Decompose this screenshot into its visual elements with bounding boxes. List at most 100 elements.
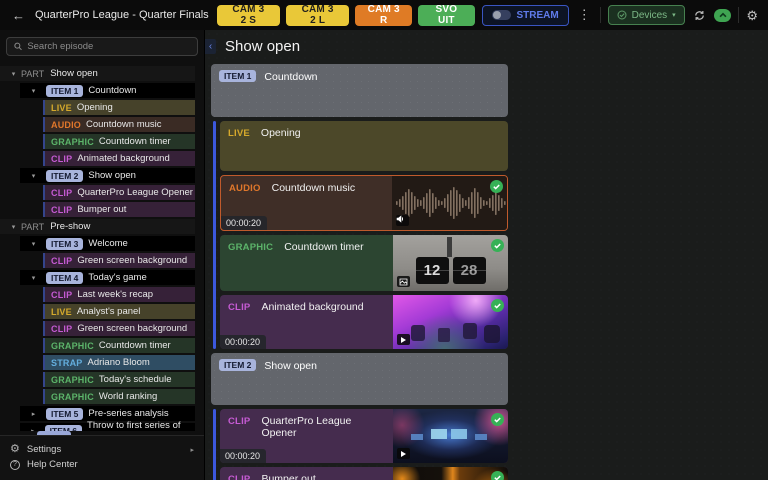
devices-button[interactable]: Devices ▾ — [608, 5, 685, 25]
cue-card-header: CLIPQuarterPro League Opener — [228, 415, 385, 439]
episode-title: QuarterPro League - Quarter Finals — [35, 9, 209, 21]
stream-toggle-switch[interactable] — [492, 10, 511, 20]
sidebar-cue-row[interactable]: LIVEAnalyst's panel — [43, 304, 195, 319]
item-title: Throw to first series of the day — [87, 420, 195, 432]
sidebar-cue-row[interactable]: CLIP Green screen background — [43, 321, 195, 336]
overflow-menu-icon[interactable]: ⋮ — [576, 7, 593, 23]
help-center-menu-item[interactable]: ? Help Center — [10, 457, 194, 472]
chevron-down-icon[interactable]: ▾ — [29, 172, 38, 180]
cue-card-header: GRAPHICCountdown timer — [228, 241, 385, 253]
cue-card-content: CLIPQuarterPro League Opener00:00:20 — [220, 409, 393, 463]
stage-screens — [431, 429, 447, 439]
sidebar-cue-row[interactable]: STRAPAdriano Bloom — [43, 355, 195, 370]
cam-source-button[interactable]: CAM 3 R — [355, 5, 412, 26]
cue-card[interactable]: GRAPHICCountdown timer1228 — [220, 235, 508, 291]
cam-source-button[interactable]: SVO UIT — [418, 5, 474, 26]
sidebar-item-row[interactable]: ▾ ITEM 2 Show open — [20, 168, 195, 183]
item-number-badge: ITEM 4 — [46, 272, 83, 284]
stream-status-icon[interactable] — [714, 9, 731, 22]
cue-card[interactable]: LIVEOpening — [220, 121, 508, 171]
gear-icon[interactable]: ⚙ — [746, 9, 758, 22]
cue-card-header: CLIP Bumper out — [228, 473, 385, 480]
cam-source-button[interactable]: CAM 3 2 L — [286, 5, 349, 26]
sidebar-cue-row[interactable]: GRAPHIC Today's schedule — [43, 372, 195, 387]
ready-check-icon — [491, 471, 504, 480]
sidebar-cue-row[interactable]: GRAPHICCountdown timer — [43, 338, 195, 353]
search-box[interactable] — [6, 37, 198, 56]
stream-toggle-button[interactable]: STREAM — [482, 5, 569, 26]
ready-check-icon — [491, 239, 504, 252]
cam-source-button[interactable]: CAM 3 2 S — [217, 5, 280, 26]
play-icon — [397, 334, 410, 345]
cue-type-label: GRAPHIC — [51, 375, 94, 385]
cue-type-label: LIVE — [51, 103, 72, 113]
chevron-down-icon[interactable]: ▾ — [29, 87, 38, 95]
item-card[interactable]: ITEM 1Countdown — [211, 64, 508, 117]
item-title: Show open — [88, 170, 136, 181]
cue-type-label: CLIP — [228, 474, 250, 480]
item-number-badge: ITEM 3 — [46, 238, 83, 250]
cue-title: Green screen background — [77, 255, 187, 266]
sidebar-cue-row[interactable]: CLIPGreen screen background — [43, 253, 195, 268]
sidebar-cue-row[interactable]: CLIPAnimated background — [43, 151, 195, 166]
sidebar-part-row[interactable]: ▾PARTShow open — [0, 66, 195, 81]
cue-type-label: CLIP — [51, 324, 72, 334]
chevron-right-icon[interactable]: ▸ — [29, 410, 38, 418]
sidebar-item-row[interactable]: ▾ITEM 3Welcome — [20, 236, 195, 251]
image-icon — [397, 276, 410, 287]
chevron-down-icon[interactable]: ▾ — [9, 70, 18, 78]
back-icon[interactable]: ← — [12, 9, 25, 22]
item-number-badge: ITEM 1 — [46, 85, 83, 97]
cue-type-label: GRAPHIC — [51, 341, 94, 351]
cue-title: World ranking — [99, 391, 157, 402]
cue-title: Green screen background — [77, 323, 187, 334]
cue-card-content: CLIP Bumper out — [220, 467, 393, 480]
cue-title: Bumper out — [261, 473, 315, 480]
sidebar-cue-row[interactable]: LIVEOpening — [43, 100, 195, 115]
chevron-down-icon[interactable]: ▾ — [9, 223, 18, 231]
item-card[interactable]: ITEM 2Show open — [211, 353, 508, 405]
sidebar-item-row[interactable]: ▾ITEM 4Today's game — [20, 270, 195, 285]
speaker-icon — [396, 215, 409, 226]
item-card-title: Countdown — [264, 70, 317, 83]
divider — [600, 7, 601, 23]
collapse-panel-icon[interactable]: ‹ — [205, 39, 216, 54]
cue-card-header: AUDIOCountdown music — [229, 182, 384, 194]
sidebar-part-row[interactable]: ▾PARTPre-show — [0, 219, 195, 234]
chevron-right-icon[interactable]: ▸ — [29, 427, 37, 432]
cue-card[interactable]: CLIP Bumper out — [220, 467, 508, 480]
cue-title: Countdown music — [86, 119, 162, 130]
cue-title: Today's schedule — [99, 374, 172, 385]
search-input[interactable] — [27, 41, 190, 52]
duration-badge: 00:00:20 — [221, 216, 267, 230]
clock-pole — [447, 237, 452, 257]
cue-title: Animated background — [261, 301, 363, 313]
sidebar-cue-row[interactable]: CLIPBumper out — [43, 202, 195, 217]
cue-type-label: AUDIO — [229, 183, 261, 194]
chevron-down-icon[interactable]: ▾ — [29, 240, 38, 248]
item-title: Pre-series analysis — [88, 408, 168, 419]
search-icon — [14, 42, 22, 51]
item-number-badge: ITEM 2 — [46, 170, 83, 182]
sidebar-cue-row[interactable]: CLIPQuarterPro League Opener — [43, 185, 195, 200]
sidebar-cue-row[interactable]: GRAPHICWorld ranking — [43, 389, 195, 404]
cue-card[interactable]: CLIPQuarterPro League Opener00:00:20 — [220, 409, 508, 463]
cue-card-header: CLIPAnimated background — [228, 301, 385, 313]
sidebar-cue-row[interactable]: CLIPLast week's recap — [43, 287, 195, 302]
sidebar-footer: ⚙ Settings ▸ ? Help Center — [0, 435, 204, 480]
cue-type-label: CLIP — [51, 188, 72, 198]
sidebar-cue-row[interactable]: GRAPHICCountdown timer — [43, 134, 195, 149]
settings-menu-item[interactable]: ⚙ Settings ▸ — [10, 442, 194, 457]
cue-type-label: AUDIO — [51, 120, 81, 130]
room-silhouettes — [411, 325, 425, 341]
sidebar-cue-row[interactable]: AUDIO Countdown music — [43, 117, 195, 132]
cue-type-label: CLIP — [51, 205, 72, 215]
cue-card[interactable]: AUDIOCountdown music 00:00:20 — [220, 175, 508, 231]
sync-icon[interactable] — [692, 6, 708, 24]
cue-card[interactable]: CLIPAnimated background00:00:20 — [220, 295, 508, 349]
cue-title: Countdown timer — [284, 241, 363, 253]
sidebar-item-row[interactable]: ▸ITEM 6Throw to first series of the day — [20, 423, 195, 431]
rundown-tree: ▾PARTShow open▾ITEM 1CountdownLIVEOpenin… — [0, 62, 204, 431]
chevron-down-icon[interactable]: ▾ — [29, 274, 38, 282]
sidebar-item-row[interactable]: ▾ITEM 1Countdown — [20, 83, 195, 98]
